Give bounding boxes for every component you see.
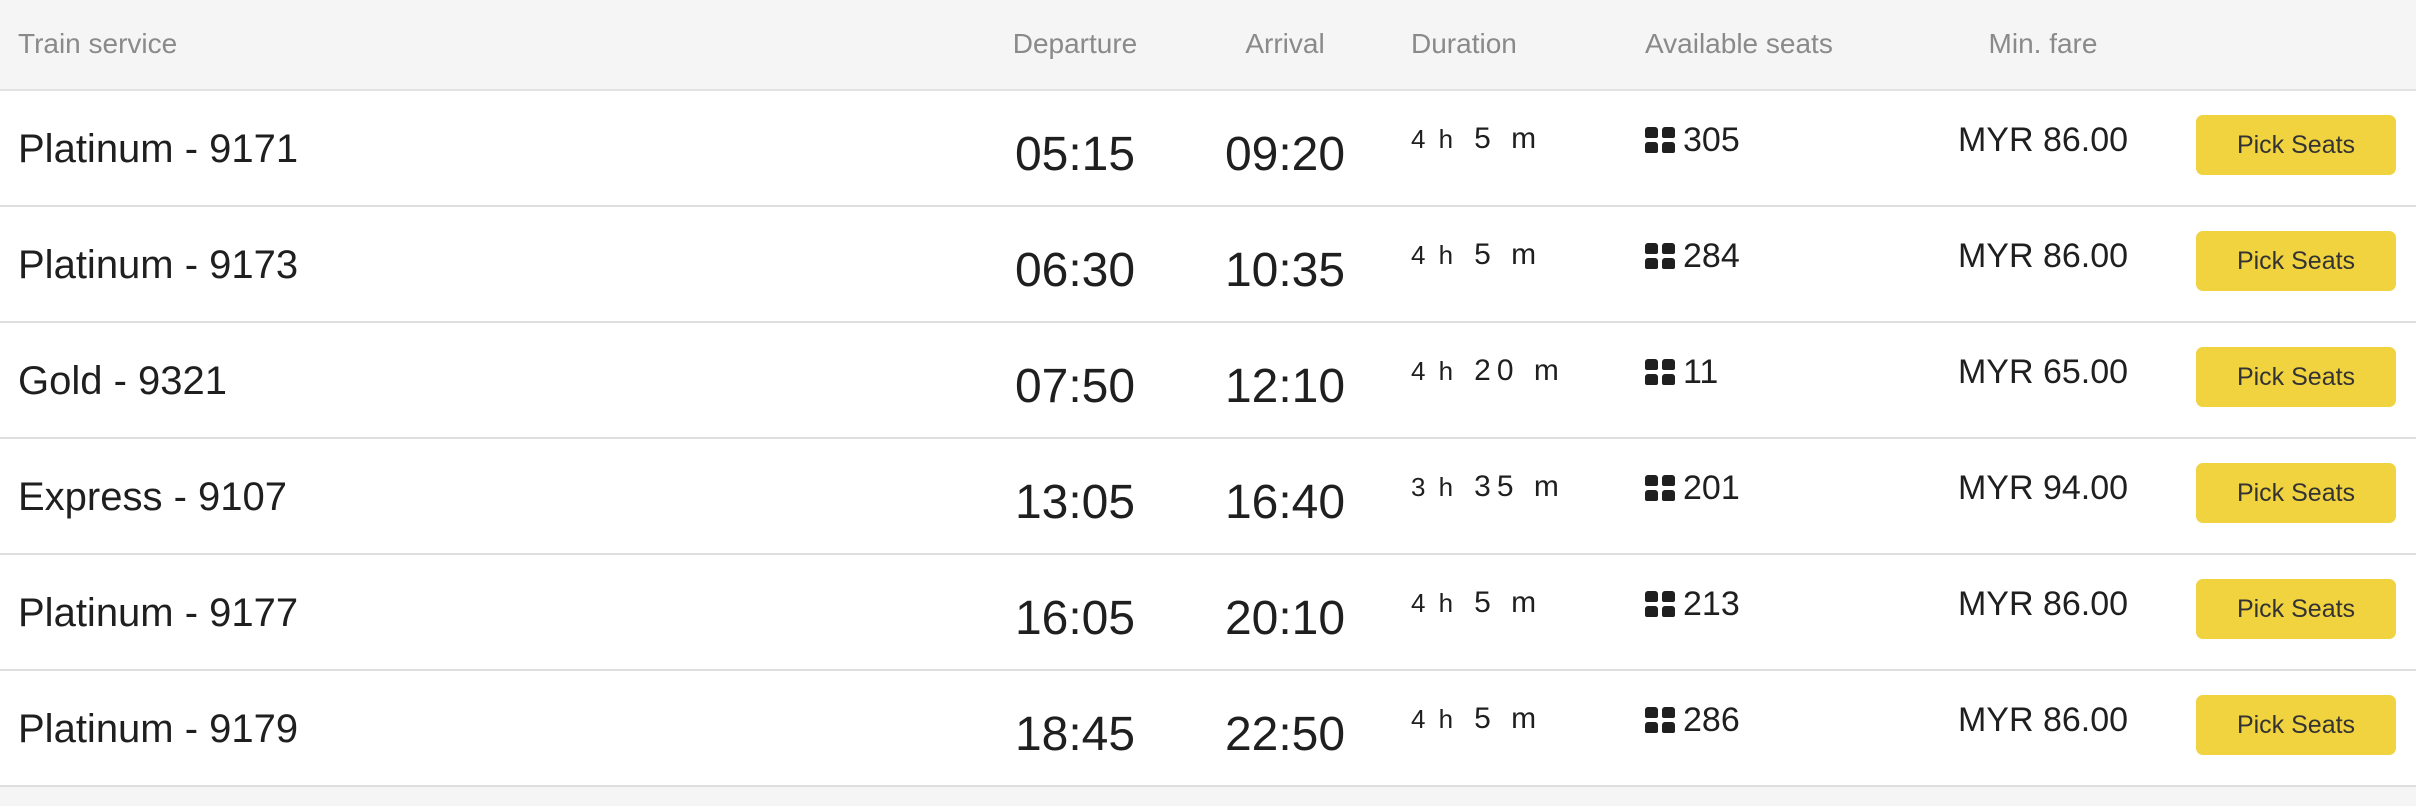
train-service-name: Express - 9107 <box>18 475 288 519</box>
duration: 4 h 5 m <box>1411 701 1542 742</box>
seats-count: 213 <box>1683 585 1740 623</box>
seat-grid-icon <box>1645 359 1675 385</box>
available-seats: 213 <box>1645 583 1740 625</box>
header-train-service: Train service <box>18 28 178 59</box>
duration-minutes: 5 m <box>1474 702 1543 735</box>
train-service-name: Platinum - 9179 <box>18 707 299 751</box>
departure-time: 13:05 <box>1014 476 1136 529</box>
train-service-name: Platinum - 9173 <box>18 243 299 287</box>
departure-time: 06:30 <box>1014 244 1136 297</box>
seat-grid-icon <box>1645 127 1675 153</box>
seats-count: 286 <box>1683 701 1740 739</box>
seat-grid-icon <box>1645 475 1675 501</box>
departure-time: 16:05 <box>1014 592 1136 645</box>
duration-minutes: 20 m <box>1474 354 1565 387</box>
pick-seats-button[interactable]: Pick Seats <box>2196 347 2396 407</box>
duration-hours: 3 h <box>1411 472 1457 502</box>
seats-count: 305 <box>1683 121 1740 159</box>
train-service-name: Gold - 9321 <box>18 359 228 403</box>
pick-seats-button[interactable]: Pick Seats <box>2196 695 2396 755</box>
pick-seats-button[interactable]: Pick Seats <box>2196 231 2396 291</box>
train-service-name: Platinum - 9171 <box>18 127 299 171</box>
table-row: Platinum - 9179 18:45 22:50 4 h 5 m 286 M… <box>0 671 2416 787</box>
duration-minutes: 5 m <box>1474 238 1543 271</box>
arrival-time: 10:35 <box>1224 244 1346 297</box>
table-row: Gold - 9321 07:50 12:10 4 h 20 m 11 MYR 6… <box>0 323 2416 439</box>
available-seats: 305 <box>1645 119 1740 161</box>
duration: 3 h 35 m <box>1411 469 1565 510</box>
min-fare: MYR 94.00 <box>1957 469 2129 507</box>
min-fare: MYR 86.00 <box>1957 585 2129 623</box>
duration-hours: 4 h <box>1411 356 1457 386</box>
train-service-name: Platinum - 9177 <box>18 591 299 635</box>
departure-time: 07:50 <box>1014 360 1136 413</box>
seat-grid-icon <box>1645 707 1675 733</box>
duration-hours: 4 h <box>1411 124 1457 154</box>
seat-grid-icon <box>1645 591 1675 617</box>
seats-count: 11 <box>1683 353 1719 391</box>
available-seats: 201 <box>1645 467 1740 509</box>
arrival-time: 12:10 <box>1224 360 1346 413</box>
table-row: Platinum - 9177 16:05 20:10 4 h 5 m 213 M… <box>0 555 2416 671</box>
min-fare: MYR 65.00 <box>1957 353 2129 391</box>
duration-minutes: 35 m <box>1474 470 1565 503</box>
header-departure: Departure <box>1012 28 1138 59</box>
pick-seats-button[interactable]: Pick Seats <box>2196 463 2396 523</box>
available-seats: 284 <box>1645 235 1740 277</box>
duration: 4 h 20 m <box>1411 353 1565 394</box>
arrival-time: 20:10 <box>1224 592 1346 645</box>
pick-seats-button[interactable]: Pick Seats <box>2196 579 2396 639</box>
header-available-seats: Available seats <box>1645 28 1833 59</box>
table-row: Express - 9107 13:05 16:40 3 h 35 m 201 M… <box>0 439 2416 555</box>
duration: 4 h 5 m <box>1411 121 1542 162</box>
seats-count: 201 <box>1683 469 1740 507</box>
duration-hours: 4 h <box>1411 588 1457 618</box>
duration-hours: 4 h <box>1411 240 1457 270</box>
departure-time: 05:15 <box>1014 128 1136 181</box>
table-row: Platinum - 9173 06:30 10:35 4 h 5 m 284 M… <box>0 207 2416 323</box>
duration: 4 h 5 m <box>1411 585 1542 626</box>
min-fare: MYR 86.00 <box>1957 121 2129 159</box>
available-seats: 11 <box>1645 351 1718 393</box>
train-schedule-page: Train service Departure Arrival Duration… <box>0 0 2416 806</box>
min-fare: MYR 86.00 <box>1957 701 2129 739</box>
arrival-time: 09:20 <box>1224 128 1346 181</box>
available-seats: 286 <box>1645 699 1740 741</box>
min-fare: MYR 86.00 <box>1957 237 2129 275</box>
arrival-time: 16:40 <box>1224 476 1346 529</box>
table-footer <box>0 787 2416 806</box>
duration-minutes: 5 m <box>1474 122 1543 155</box>
table-header: Train service Departure Arrival Duration… <box>0 0 2416 92</box>
arrival-time: 22:50 <box>1224 708 1346 761</box>
duration-minutes: 5 m <box>1474 586 1543 619</box>
header-arrival: Arrival <box>1245 28 1325 59</box>
header-min-fare: Min. fare <box>1988 28 2098 59</box>
duration-hours: 4 h <box>1411 704 1457 734</box>
seat-grid-icon <box>1645 243 1675 269</box>
header-duration: Duration <box>1411 28 1517 59</box>
seats-count: 284 <box>1683 237 1740 275</box>
duration: 4 h 5 m <box>1411 237 1542 278</box>
departure-time: 18:45 <box>1014 708 1136 761</box>
pick-seats-button[interactable]: Pick Seats <box>2196 115 2396 175</box>
table-row: Platinum - 9171 05:15 09:20 4 h 5 m 305 M… <box>0 91 2416 207</box>
